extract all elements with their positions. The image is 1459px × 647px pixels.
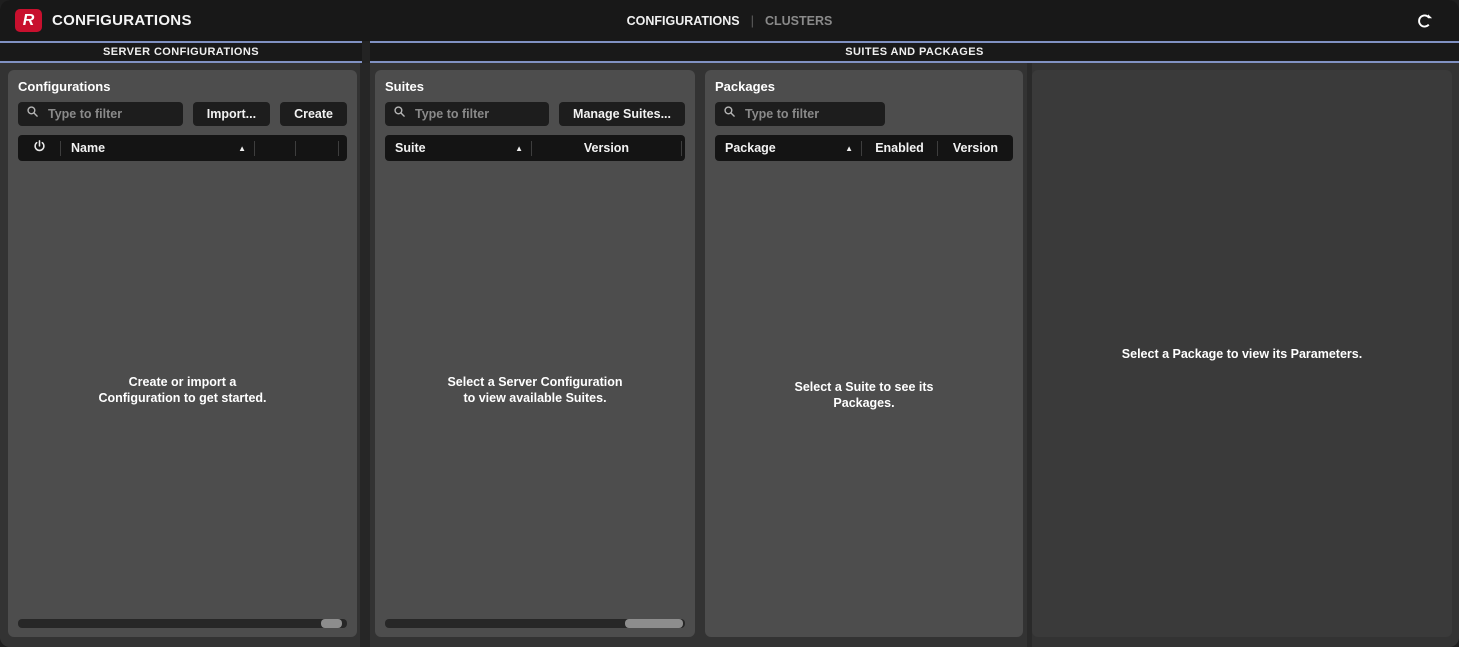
section-vertical-divider — [360, 63, 370, 647]
section-header-suites-and-packages: SUITES AND PACKAGES — [370, 41, 1459, 63]
top-bar: R CONFIGURATIONS CONFIGURATIONS | CLUSTE… — [0, 0, 1459, 41]
package-column-header[interactable]: Package ▲ — [715, 135, 861, 161]
parameters-panel: Select a Package to view its Parameters. — [1032, 70, 1452, 637]
configurations-filter-input[interactable] — [46, 106, 175, 122]
app-window: R CONFIGURATIONS CONFIGURATIONS | CLUSTE… — [0, 0, 1459, 647]
sort-asc-icon: ▲ — [238, 144, 246, 153]
name-column-label: Name — [71, 141, 105, 155]
blank-column-header[interactable] — [255, 135, 295, 161]
main-content: Configurations Import... Create — [0, 63, 1459, 647]
packages-table-header: Package ▲ Enabled Version — [715, 135, 1013, 161]
create-button[interactable]: Create — [280, 102, 347, 126]
search-icon — [26, 105, 39, 123]
header-end-spacer — [682, 135, 685, 161]
name-column-header[interactable]: Name ▲ — [61, 135, 254, 161]
empty-state-line: Select a Suite to see its — [795, 379, 934, 395]
sort-asc-icon: ▲ — [515, 144, 523, 153]
app-logo-icon: R — [15, 9, 42, 32]
suites-filter-input[interactable] — [413, 106, 541, 122]
section-header-divider — [362, 41, 370, 63]
enabled-column-label: Enabled — [875, 141, 924, 155]
packages-filter[interactable] — [715, 102, 885, 126]
suites-panel-title: Suites — [375, 70, 695, 102]
version-column-label: Version — [584, 141, 629, 155]
empty-state-line: Select a Server Configuration — [447, 374, 622, 390]
configurations-horizontal-scrollbar[interactable] — [18, 619, 347, 628]
page-title: CONFIGURATIONS — [52, 12, 192, 29]
tab-configurations[interactable]: CONFIGURATIONS — [627, 14, 740, 28]
scrollbar-thumb[interactable] — [625, 619, 683, 628]
power-column-header[interactable] — [18, 135, 60, 161]
import-button[interactable]: Import... — [193, 102, 270, 126]
header-end-spacer — [339, 135, 347, 161]
suites-panel: Suites Manage Suites... Suite ▲ — [375, 70, 695, 637]
search-icon — [723, 105, 736, 123]
configurations-controls: Import... Create — [8, 102, 357, 126]
blank-column-header[interactable] — [296, 135, 338, 161]
packages-filter-input[interactable] — [743, 106, 877, 122]
suite-column-header[interactable]: Suite ▲ — [385, 135, 531, 161]
top-nav: CONFIGURATIONS | CLUSTERS — [627, 0, 833, 41]
packages-empty-state: Select a Suite to see its Packages. — [705, 161, 1023, 628]
package-column-label: Package — [725, 141, 776, 155]
refresh-icon — [1415, 18, 1434, 33]
tab-separator: | — [751, 13, 754, 28]
scrollbar-thumb[interactable] — [321, 619, 342, 628]
version-column-header[interactable]: Version — [532, 135, 681, 161]
configurations-panel: Configurations Import... Create — [8, 70, 357, 637]
section-header-server-configurations: SERVER CONFIGURATIONS — [0, 41, 362, 63]
refresh-button[interactable] — [1413, 9, 1436, 32]
tab-clusters[interactable]: CLUSTERS — [765, 14, 832, 28]
suites-table-header: Suite ▲ Version — [385, 135, 685, 161]
empty-state-line: Configuration to get started. — [98, 390, 266, 406]
section-header-bar: SERVER CONFIGURATIONS SUITES AND PACKAGE… — [0, 41, 1459, 63]
packages-panel-title: Packages — [705, 70, 1023, 102]
suites-controls: Manage Suites... — [375, 102, 695, 126]
empty-state-line: to view available Suites. — [447, 390, 622, 406]
packages-controls — [705, 102, 1023, 126]
version-column-header[interactable]: Version — [938, 135, 1013, 161]
empty-state-line: Create or import a — [98, 374, 266, 390]
suites-horizontal-scrollbar[interactable] — [385, 619, 685, 628]
configurations-empty-state: Create or import a Configuration to get … — [8, 161, 357, 619]
suites-empty-state: Select a Server Configuration to view av… — [375, 161, 695, 619]
power-icon — [32, 139, 47, 157]
version-column-label: Version — [953, 141, 998, 155]
configurations-panel-title: Configurations — [8, 70, 357, 102]
suite-column-label: Suite — [395, 141, 426, 155]
manage-suites-button[interactable]: Manage Suites... — [559, 102, 685, 126]
configurations-filter[interactable] — [18, 102, 183, 126]
configurations-table-header: Name ▲ — [18, 135, 347, 161]
parameters-empty-state: Select a Package to view its Parameters. — [1122, 347, 1362, 361]
empty-state-line: Packages. — [795, 395, 934, 411]
search-icon — [393, 105, 406, 123]
suites-filter[interactable] — [385, 102, 549, 126]
packages-panel: Packages Package ▲ — [705, 70, 1023, 637]
sort-asc-icon: ▲ — [845, 144, 853, 153]
enabled-column-header[interactable]: Enabled — [862, 135, 937, 161]
